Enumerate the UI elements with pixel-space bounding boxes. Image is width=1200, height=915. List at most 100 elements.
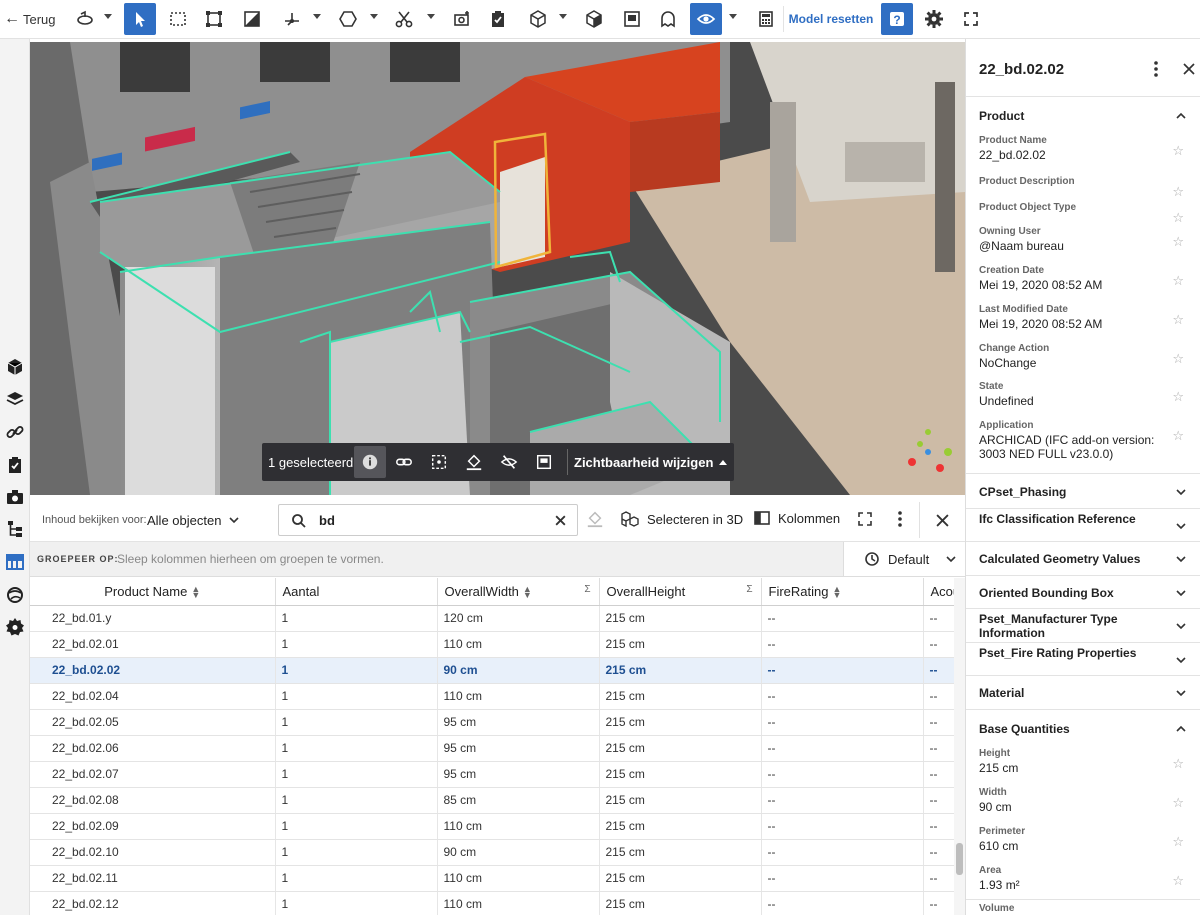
- badge-gear-icon[interactable]: [5, 617, 25, 637]
- close-panel-icon[interactable]: [1183, 63, 1195, 75]
- more-vertical-icon[interactable]: [1154, 61, 1158, 77]
- more-vertical-icon[interactable]: [898, 511, 902, 527]
- table-row[interactable]: 22_bd.02.10 1 90 cm 215 cm -- --: [30, 839, 965, 866]
- issue-button[interactable]: [482, 3, 514, 35]
- model-cube-icon[interactable]: [5, 357, 25, 377]
- table-row[interactable]: 22_bd.01.y 1 120 cm 215 cm -- --: [30, 605, 965, 632]
- orbit-dropdown-icon[interactable]: [104, 14, 112, 19]
- table-icon[interactable]: [5, 552, 25, 572]
- chevron-down-icon[interactable]: [1175, 587, 1187, 599]
- clear-search-icon[interactable]: [554, 514, 567, 527]
- section-collapsed[interactable]: Pset_Fire Rating Properties: [966, 643, 1200, 676]
- layers-icon[interactable]: [5, 389, 25, 409]
- star-icon[interactable]: ☆: [1172, 873, 1184, 889]
- preset-dropdown[interactable]: Default: [843, 542, 965, 576]
- select-tool-button[interactable]: [124, 3, 156, 35]
- star-icon[interactable]: ☆: [1172, 834, 1184, 850]
- chevron-down-icon[interactable]: [1175, 486, 1187, 498]
- shape-button[interactable]: [332, 3, 364, 35]
- star-icon[interactable]: ☆: [1172, 351, 1184, 367]
- 3d-viewport[interactable]: [30, 42, 965, 495]
- section-collapsed[interactable]: Ifc Classification Reference: [966, 509, 1200, 542]
- object-dropdown-icon[interactable]: [559, 14, 567, 19]
- help-button[interactable]: ?: [881, 3, 913, 35]
- chevron-down-icon[interactable]: [1175, 553, 1187, 565]
- star-icon[interactable]: ☆: [1172, 210, 1184, 226]
- star-icon[interactable]: ☆: [1172, 184, 1184, 200]
- measure-button[interactable]: [276, 3, 308, 35]
- star-icon[interactable]: ☆: [1172, 273, 1184, 289]
- table-row[interactable]: 22_bd.02.07 1 95 cm 215 cm -- --: [30, 761, 965, 788]
- table-row[interactable]: 22_bd.02.02 1 90 cm 215 cm -- --: [30, 657, 965, 684]
- table-row[interactable]: 22_bd.02.01 1 110 cm 215 cm -- --: [30, 631, 965, 658]
- clipboard-check-icon[interactable]: [5, 455, 25, 475]
- section-product-title[interactable]: Product: [979, 109, 1024, 123]
- fit-view-button[interactable]: [421, 453, 456, 471]
- chevron-down-icon[interactable]: [1175, 687, 1187, 699]
- star-icon[interactable]: ☆: [1172, 795, 1184, 811]
- cut-button[interactable]: [388, 3, 420, 35]
- measure-dropdown-icon[interactable]: [313, 14, 321, 19]
- column-header-aantal[interactable]: Aantal: [275, 578, 438, 606]
- column-header-overall-height[interactable]: OverallHeight Σ: [599, 578, 762, 606]
- chevron-up-icon[interactable]: [1175, 723, 1187, 735]
- star-icon[interactable]: ☆: [1172, 389, 1184, 405]
- box-select-button[interactable]: [162, 3, 194, 35]
- view-for-select[interactable]: Alle objecten: [147, 513, 221, 528]
- info-button[interactable]: [354, 446, 386, 478]
- visibility-dropdown-icon[interactable]: [729, 14, 737, 19]
- table-row[interactable]: 22_bd.02.12 1 110 cm 215 cm -- --: [30, 891, 965, 915]
- isolate-selection-button[interactable]: [526, 453, 561, 471]
- ghost-button[interactable]: [652, 3, 684, 35]
- star-icon[interactable]: ☆: [1172, 234, 1184, 250]
- section-base-quantities-title[interactable]: Base Quantities: [979, 722, 1070, 736]
- section-collapsed[interactable]: Oriented Bounding Box: [966, 576, 1200, 609]
- table-row[interactable]: 22_bd.02.04 1 110 cm 215 cm -- --: [30, 683, 965, 710]
- chevron-down-icon[interactable]: [228, 514, 240, 526]
- column-header-overall-width[interactable]: OverallWidth ▲ ▼ Σ: [437, 578, 600, 606]
- table-row[interactable]: 22_bd.02.08 1 85 cm 215 cm -- --: [30, 787, 965, 814]
- object-button[interactable]: [522, 3, 554, 35]
- chevron-up-icon[interactable]: [1175, 110, 1187, 122]
- fullscreen-button[interactable]: [955, 3, 987, 35]
- section-collapsed[interactable]: Calculated Geometry Values: [966, 542, 1200, 576]
- column-header-product-name[interactable]: Product Name ▲ ▼: [30, 578, 276, 606]
- hide-button[interactable]: [491, 453, 526, 471]
- table-row[interactable]: 22_bd.02.05 1 95 cm 215 cm -- --: [30, 709, 965, 736]
- expand-icon[interactable]: [858, 512, 872, 526]
- orbit-button[interactable]: [70, 3, 100, 35]
- section-collapsed[interactable]: CPset_Phasing: [966, 475, 1200, 509]
- isolate-button[interactable]: [578, 3, 610, 35]
- star-icon[interactable]: ☆: [1172, 756, 1184, 772]
- search-input[interactable]: bd: [319, 513, 335, 528]
- settings-button[interactable]: [918, 3, 950, 35]
- star-icon[interactable]: ☆: [1172, 143, 1184, 159]
- section-collapsed[interactable]: Material: [966, 676, 1200, 710]
- close-grid-icon[interactable]: [936, 514, 949, 527]
- section-button[interactable]: [236, 3, 268, 35]
- transparency-button[interactable]: [616, 3, 648, 35]
- calculator-button[interactable]: [750, 3, 782, 35]
- star-icon[interactable]: ☆: [1172, 312, 1184, 328]
- link-icon[interactable]: [5, 422, 25, 442]
- link-object-button[interactable]: [386, 453, 421, 471]
- grid-scrollbar-thumb[interactable]: [956, 843, 963, 875]
- change-visibility-button[interactable]: Zichtbaarheid wijzigen: [574, 455, 728, 470]
- back-button[interactable]: ← Terug: [4, 3, 62, 35]
- group-by-bar[interactable]: GROEPEER OP: Sleep kolommen hierheen om …: [30, 542, 965, 577]
- transform-button[interactable]: [198, 3, 230, 35]
- chevron-down-icon[interactable]: [1175, 520, 1187, 532]
- visibility-button[interactable]: [690, 3, 722, 35]
- table-row[interactable]: 22_bd.02.11 1 110 cm 215 cm -- --: [30, 865, 965, 892]
- tree-structure-icon[interactable]: [5, 519, 25, 539]
- star-icon[interactable]: ☆: [1172, 428, 1184, 444]
- chevron-down-icon[interactable]: [1175, 654, 1187, 666]
- select-in-3d-button[interactable]: Selecteren in 3D: [620, 510, 743, 528]
- reset-model-button[interactable]: Model resetten: [786, 3, 876, 35]
- paint-bucket-icon[interactable]: [586, 510, 604, 528]
- shape-dropdown-icon[interactable]: [370, 14, 378, 19]
- section-collapsed[interactable]: Pset_Manufacturer Type Information: [966, 609, 1200, 643]
- snapshot-button[interactable]: [446, 3, 478, 35]
- columns-button[interactable]: Kolommen: [754, 510, 840, 526]
- table-row[interactable]: 22_bd.02.09 1 110 cm 215 cm -- --: [30, 813, 965, 840]
